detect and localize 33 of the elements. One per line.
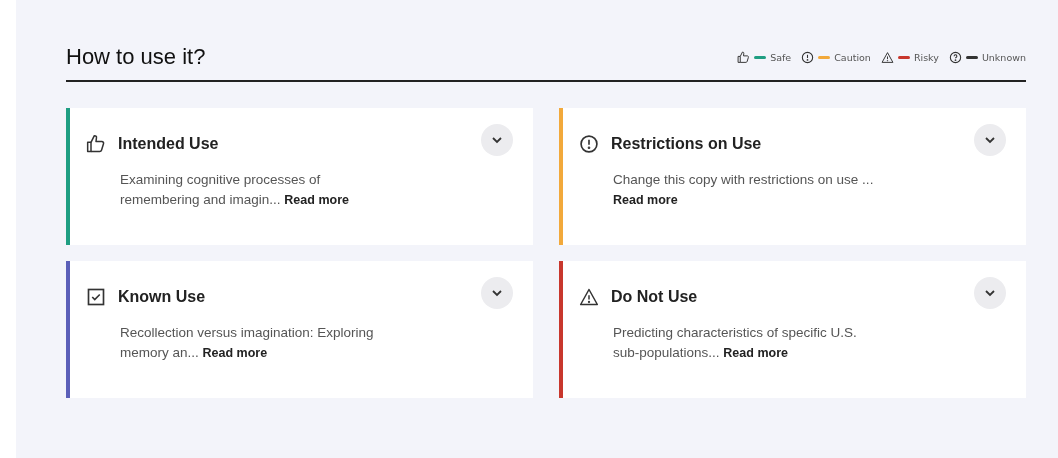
expand-button[interactable]	[974, 124, 1006, 156]
card-description: Change this copy with restrictions on use ... Read more	[613, 171, 875, 209]
question-icon	[948, 50, 962, 64]
checkbox-icon	[86, 287, 106, 307]
read-more-link[interactable]: Read more	[613, 193, 678, 207]
warning-icon	[880, 50, 894, 64]
card-description: Recollection versus imagination: Exploring memory an... Read more	[120, 324, 375, 362]
section-title: How to use it?	[66, 44, 206, 70]
legend-label: Caution	[834, 51, 871, 63]
thumbs-up-icon	[737, 50, 751, 64]
expand-button[interactable]	[974, 277, 1006, 309]
read-more-link[interactable]: Read more	[284, 193, 349, 207]
card-description: Predicting characteristics of specific U.S. sub-populations... Read more	[613, 324, 858, 362]
expand-button[interactable]	[481, 124, 513, 156]
chevron-icon	[985, 136, 995, 144]
card-description: Examining cognitive processes of remembering and imagin... Read more	[120, 171, 350, 209]
card-title: Restrictions on Use	[611, 135, 763, 153]
read-more-link[interactable]: Read more	[202, 346, 268, 360]
read-more-link[interactable]: Read more	[723, 346, 788, 360]
expand-button[interactable]	[481, 277, 513, 309]
exclamation-icon	[579, 134, 599, 154]
warning-icon	[579, 287, 599, 307]
thumbs-up-icon	[86, 134, 106, 154]
chevron-icon	[492, 289, 502, 297]
exclamation-icon	[801, 50, 815, 64]
legend-label: Unknown	[981, 51, 1026, 63]
chevron-icon	[985, 289, 995, 297]
card-title: Do Not Use	[611, 288, 699, 306]
legend-label: Risky	[913, 51, 939, 63]
legend-label: Safe	[770, 51, 792, 63]
chevron-icon	[492, 136, 502, 144]
card-title: Intended Use	[118, 135, 220, 153]
card-title: Known Use	[118, 288, 207, 306]
